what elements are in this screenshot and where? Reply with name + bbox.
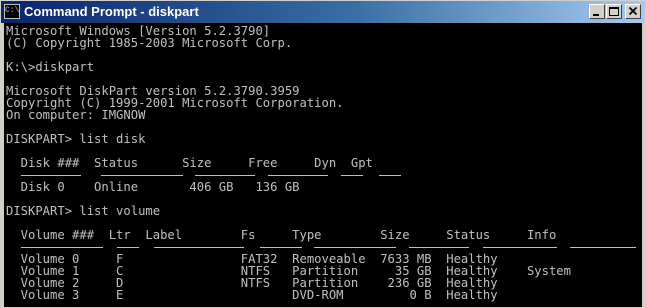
column-separator: [570, 247, 636, 248]
command-prompt-icon[interactable]: C:\: [4, 4, 20, 19]
console-line: DISKPART> list disk: [6, 132, 146, 146]
column-separator: [409, 247, 469, 248]
column-separator: [341, 175, 363, 176]
minimize-icon: [593, 14, 599, 16]
window-title: Command Prompt - diskpart: [24, 4, 199, 19]
close-button[interactable]: [625, 4, 641, 19]
console-line: K:\>diskpart: [6, 60, 95, 74]
column-separator: [260, 247, 302, 248]
title-bar[interactable]: C:\ Command Prompt - diskpart: [1, 1, 645, 23]
column-separator: [314, 247, 396, 248]
column-separator: [154, 247, 244, 248]
console-line: Disk ### Status Size Free Dyn Gpt: [6, 156, 373, 170]
column-separator: [101, 175, 183, 176]
column-separator: [483, 247, 557, 248]
console-line: On computer: IMGNOW: [6, 108, 146, 122]
column-separator: [21, 247, 103, 248]
console-line: DISKPART> list volume: [6, 204, 161, 218]
minimize-button[interactable]: [589, 4, 605, 19]
maximize-button[interactable]: [606, 4, 622, 19]
maximize-icon: [609, 7, 619, 16]
column-separator: [117, 247, 139, 248]
command-prompt-window: C:\ Command Prompt - diskpart Microsoft …: [0, 0, 646, 308]
console-line: Disk 0 Online 406 GB 136 GB: [6, 180, 300, 194]
console-line: (C) Copyright 1985-2003 Microsoft Corp.: [6, 36, 293, 50]
column-separator: [21, 175, 81, 176]
column-separator: [379, 175, 401, 176]
close-icon: [628, 6, 638, 16]
console-output[interactable]: Microsoft Windows [Version 5.2.3790] (C)…: [4, 23, 642, 307]
console-line: Volume ### Ltr Label Fs Type Size Status…: [6, 228, 557, 242]
column-separator: [195, 175, 255, 176]
column-separator: [268, 175, 328, 176]
console-line: Volume 3 E DVD-ROM 0 B Healthy: [6, 288, 498, 302]
